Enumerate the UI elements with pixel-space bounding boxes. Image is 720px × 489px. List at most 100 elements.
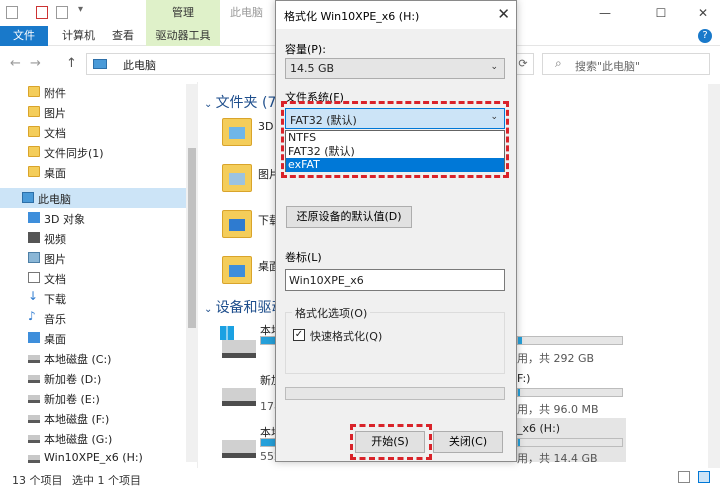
navigation-pane: 附件 图片 文档 文件同步(1) 桌面 此电脑 3D 对象 视频 图片 文档 ↓… <box>0 82 198 468</box>
nav-scrollbar-thumb[interactable] <box>188 148 196 328</box>
desktop-icon <box>28 332 40 343</box>
drive-icon <box>28 395 40 403</box>
help-icon[interactable]: ? <box>698 29 712 43</box>
forward-arrow-icon[interactable]: → <box>30 56 41 71</box>
drive-capacity-text: 用，共 14.4 GB <box>517 452 598 465</box>
nav-item[interactable]: 附件 <box>0 82 198 102</box>
folder-icon <box>28 126 40 137</box>
nav-item[interactable]: 本地磁盘 (G:) <box>0 428 198 448</box>
address-bar[interactable]: 此电脑 <box>86 53 276 75</box>
volume-label-label: 卷标(L) <box>285 251 322 264</box>
download-icon: ↓ <box>28 289 39 303</box>
drive-capacity-bar <box>517 388 623 397</box>
selected-count: 选中 1 个项目 <box>72 474 141 487</box>
chevron-down-icon: ⌄ <box>204 304 216 315</box>
folder-desktop-icon[interactable] <box>222 256 252 284</box>
new-folder-icon[interactable] <box>56 6 68 19</box>
maximize-button[interactable]: ☐ <box>638 0 684 26</box>
nav-item[interactable]: ♪ 音乐 <box>0 308 198 328</box>
nav-item[interactable]: 文件同步(1) <box>0 142 198 162</box>
details-view-icon[interactable] <box>678 471 690 483</box>
drive-label: _x6 (H:) <box>517 422 561 435</box>
drive-d-icon[interactable] <box>222 388 256 406</box>
drive-c-icon[interactable] <box>222 340 256 358</box>
folder-label: 3D <box>258 120 274 133</box>
restore-defaults-button[interactable]: 还原设备的默认值(D) <box>286 206 412 228</box>
computer-icon <box>93 59 107 69</box>
cube-icon <box>28 212 40 223</box>
contextual-tab-manage[interactable]: 管理 <box>146 0 220 26</box>
checkmark-icon: ✓ <box>294 329 304 340</box>
format-options-legend: 格式化选项(O) <box>292 305 371 321</box>
window-title: 此电脑 <box>230 6 263 19</box>
volume-label-input[interactable]: Win10XPE_x6 <box>285 269 505 291</box>
folder-downloads-icon[interactable] <box>222 210 252 238</box>
drive-e-icon[interactable] <box>222 440 256 458</box>
nav-item[interactable]: 图片 <box>0 248 198 268</box>
dialog-title: 格式化 Win10XPE_x6 (H:) <box>284 10 420 23</box>
computer-icon <box>22 192 34 203</box>
devices-group-header[interactable]: ⌄ 设备和驱动 <box>204 297 286 317</box>
drive-icon <box>28 415 40 423</box>
drive-icon <box>28 355 40 363</box>
quick-format-checkbox[interactable]: ✓ <box>293 329 305 341</box>
dialog-close-icon[interactable]: ✕ <box>497 5 510 23</box>
sidebar-item-this-pc[interactable]: 此电脑 <box>0 188 198 208</box>
pictures-icon <box>28 252 40 263</box>
chevron-down-icon: ⌄ <box>204 99 216 110</box>
drive-label: F:) <box>517 372 531 385</box>
back-arrow-icon[interactable]: ← <box>10 56 21 71</box>
nav-item[interactable]: ↓ 下载 <box>0 288 198 308</box>
dialog-title-bar: 格式化 Win10XPE_x6 (H:) ✕ <box>276 1 516 29</box>
quick-format-label[interactable]: 快速格式化(Q) <box>310 328 382 344</box>
search-input[interactable]: ⌕ 搜索"此电脑" <box>542 53 710 75</box>
quick-access-menu-icon[interactable]: ▾ <box>78 4 90 17</box>
nav-item[interactable]: 文档 <box>0 268 198 288</box>
capacity-select[interactable]: 14.5 GB ⌄ <box>285 58 505 79</box>
tiles-view-icon[interactable] <box>698 471 710 483</box>
folders-group-header[interactable]: ⌄ 文件夹 (7) <box>204 92 282 112</box>
chevron-down-icon: ⌄ <box>490 62 498 72</box>
close-dialog-button[interactable]: 关闭(C) <box>433 431 503 453</box>
nav-item[interactable]: 图片 <box>0 102 198 122</box>
properties-check-icon[interactable] <box>36 6 48 19</box>
tab-computer[interactable]: 计算机 <box>54 26 103 46</box>
quick-access-doc-icon[interactable] <box>6 6 18 19</box>
drive-capacity-text: 用，共 292 GB <box>517 352 595 365</box>
nav-item[interactable]: 视频 <box>0 228 198 248</box>
content-scrollbar[interactable] <box>708 84 720 468</box>
nav-item[interactable]: 文档 <box>0 122 198 142</box>
nav-item[interactable]: 新加卷 (E:) <box>0 388 198 408</box>
music-icon: ♪ <box>28 309 36 323</box>
minimize-button[interactable]: — <box>582 0 628 26</box>
drive-capacity-text: 用，共 96.0 MB <box>517 403 599 416</box>
start-button-highlight-box <box>350 424 432 460</box>
filesystem-highlight-box <box>281 101 509 178</box>
nav-item[interactable]: 桌面 <box>0 328 198 348</box>
up-arrow-icon[interactable]: ↑ <box>66 56 77 71</box>
format-dialog: 格式化 Win10XPE_x6 (H:) ✕ 容量(P): 14.5 GB ⌄ … <box>275 0 517 462</box>
nav-item[interactable]: 本地磁盘 (F:) <box>0 408 198 428</box>
nav-item[interactable]: 本地磁盘 (C:) <box>0 348 198 368</box>
folder-pictures-icon[interactable] <box>222 164 252 192</box>
format-progress-bar <box>285 387 505 400</box>
tab-file[interactable]: 文件 <box>0 26 48 46</box>
drive-icon <box>28 435 40 443</box>
windows-logo-icon <box>220 326 234 340</box>
nav-item[interactable]: Win10XPE_x6 (H:) <box>0 448 198 468</box>
drive-capacity-bar <box>260 336 276 345</box>
capacity-value: 14.5 GB <box>290 62 335 75</box>
drive-capacity-bar <box>260 438 276 447</box>
nav-item[interactable]: 新加卷 (D:) <box>0 368 198 388</box>
nav-item[interactable]: 3D 对象 <box>0 208 198 228</box>
search-icon: ⌕ <box>555 56 562 70</box>
nav-item[interactable]: 桌面 <box>0 162 198 182</box>
tab-view[interactable]: 查看 <box>104 26 142 46</box>
documents-icon <box>28 272 40 283</box>
folder-icon <box>28 166 40 177</box>
tab-drive-tools[interactable]: 驱动器工具 <box>146 26 220 46</box>
volume-label-value: Win10XPE_x6 <box>289 274 364 287</box>
item-count: 13 个项目 <box>12 474 63 487</box>
folder-3d-icon[interactable] <box>222 118 252 146</box>
close-button[interactable]: ✕ <box>680 0 720 26</box>
